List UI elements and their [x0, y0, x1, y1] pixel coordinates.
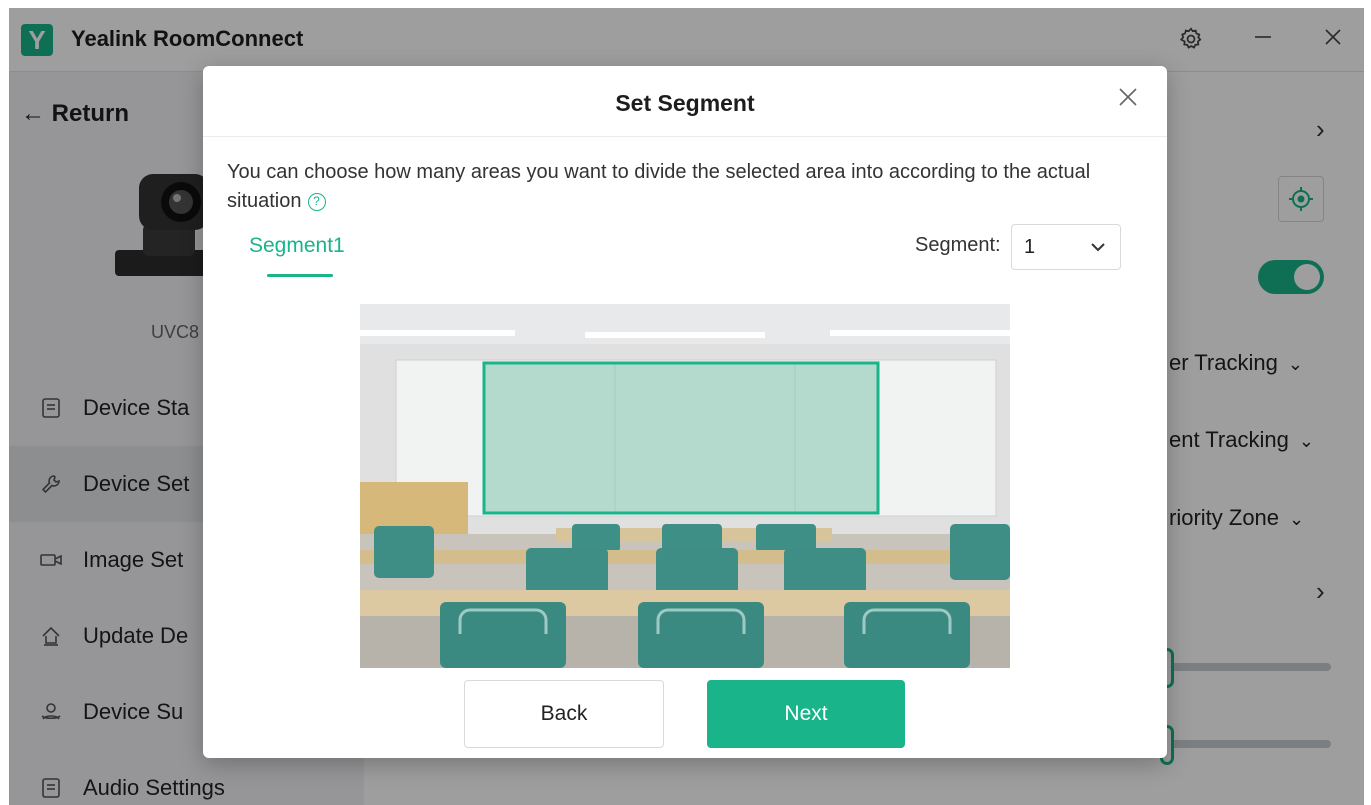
- tab-indicator: [267, 274, 333, 277]
- chevron-down-icon: [1091, 243, 1105, 252]
- help-icon[interactable]: ?: [307, 193, 326, 211]
- segment-select[interactable]: 1: [1011, 224, 1121, 270]
- set-segment-dialog: Set Segment You can choose how many area…: [203, 66, 1167, 758]
- classroom-preview[interactable]: [360, 304, 1010, 668]
- segment-value: 1: [1024, 235, 1036, 258]
- dialog-title: Set Segment: [615, 90, 755, 116]
- next-button[interactable]: Next: [707, 680, 905, 748]
- segment-label: Segment:: [915, 234, 1001, 256]
- close-icon[interactable]: [1115, 86, 1141, 112]
- description-text: You can choose how many areas you want t…: [227, 161, 1091, 212]
- dialog-description: You can choose how many areas you want t…: [227, 158, 1147, 216]
- tab-segment1[interactable]: Segment1: [249, 234, 345, 258]
- back-button[interactable]: Back: [464, 680, 664, 748]
- divider: [203, 136, 1167, 137]
